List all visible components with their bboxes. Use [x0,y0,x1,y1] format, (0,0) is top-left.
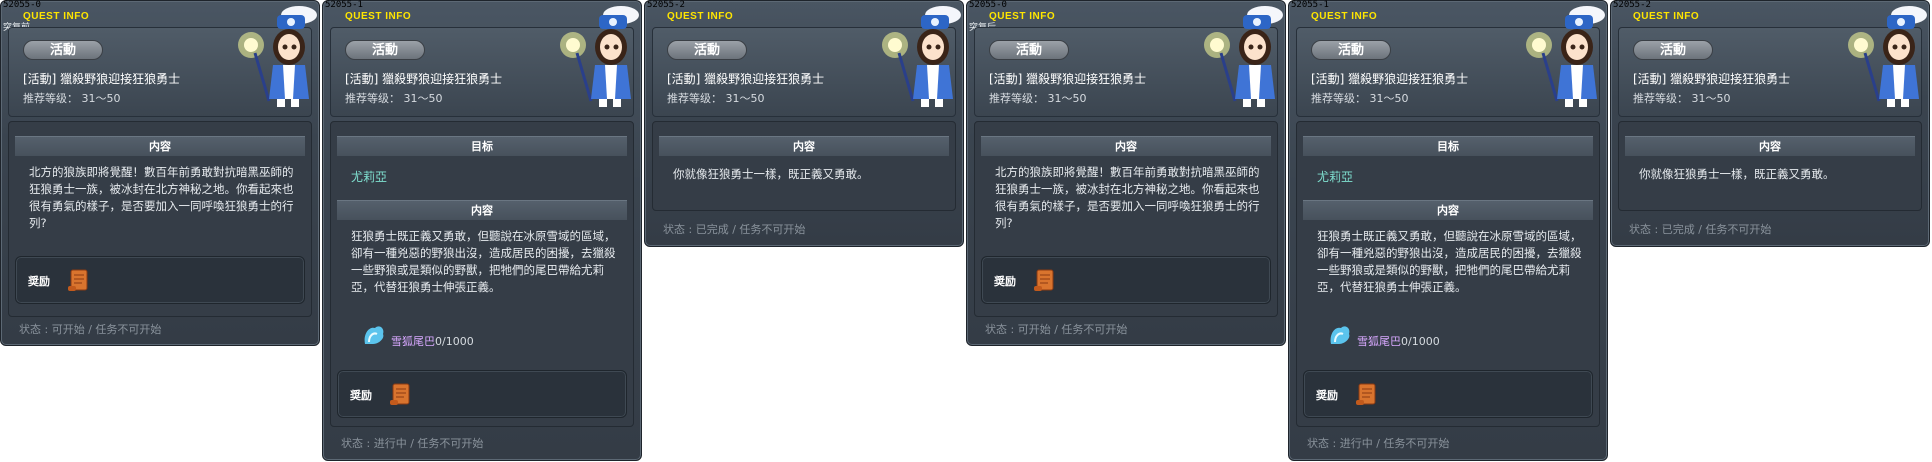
item-requirement: 雪狐尾巴0/1000 [1357,333,1440,349]
status-text: 状态 : 可开始 / 任务不可开始 [19,323,162,336]
content-text: 北方的狼族即將覺醒！數百年前勇敢對抗暗黑巫師的狂狼勇士一族，被冰封在北方神秘之地… [995,165,1260,230]
recommended-level: 推荐等级： 31～50 [23,92,121,105]
content-header: 内容 [659,136,949,156]
recommended-level: 推荐等级： 31～50 [1311,92,1409,105]
content-header: 内容 [981,136,1271,156]
npc-character-icon [1204,6,1283,107]
item-requirement: 雪狐尾巴0/1000 [391,333,474,349]
scroll-icon[interactable] [64,266,92,294]
content-area: 内容 你就像狂狼勇士一樣，既正義又勇敢。 [652,121,956,211]
scroll-icon[interactable] [1030,266,1058,294]
recommended-level: 推荐等级： 31～50 [989,92,1087,105]
recommended-level: 推荐等级： 31～50 [1633,92,1731,105]
target-npc[interactable]: 尤莉亞 [351,168,387,185]
quest-title: [活動] 獵殺野狼迎接狂狼勇士 [667,72,825,86]
status-text: 状态 : 已完成 / 任务不可开始 [663,223,806,236]
quest-panel-2: 52055-2 QUEST INFO 活動 [活動] 獵殺野狼迎接狂狼勇士 推荐… [644,0,964,247]
event-badge: 活動 [1633,40,1713,60]
quest-id: 52055-0 [3,0,41,10]
quest-info-label: QUEST INFO [1633,11,1700,22]
quest-id: 52055-2 [647,0,685,10]
content-area: 内容 北方的狼族即將覺醒！數百年前勇敢對抗暗黑巫師的狂狼勇士一族，被冰封在北方神… [974,121,1278,317]
event-badge: 活動 [23,40,103,60]
status-text: 状态 : 已完成 / 任务不可开始 [1629,223,1772,236]
content-header: 内容 [1303,200,1593,220]
recommended-level: 推荐等级： 31～50 [345,92,443,105]
reward-box: 奨励 [1303,370,1593,418]
event-badge: 活動 [345,40,425,60]
status-text: 状态 : 进行中 / 任务不可开始 [341,437,484,450]
quest-panel-1: 52055-1 QUEST INFO 活動 [活動] 獵殺野狼迎接狂狼勇士 推荐… [322,0,642,461]
reward-box: 奨励 [981,256,1271,304]
quest-info-label: QUEST INFO [1311,11,1378,22]
npc-character-icon [1848,6,1927,107]
content-text: 你就像狂狼勇士一樣，既正義又勇敢。 [1639,167,1835,181]
reward-label: 奨励 [350,389,372,402]
quest-id: 52055-1 [325,0,363,10]
content-area: 目标 尤莉亞 内容 狂狼勇士既正義又勇敢，但聽說在冰原雪域的區域，卻有一種兇惡的… [1296,121,1600,427]
quest-info-label: QUEST INFO [23,11,90,22]
quest-panel-3: 52055-0 QUEST INFO 突复后 活動 [活動] 獵殺野狼迎接狂狼勇… [966,0,1286,346]
recommended-level: 推荐等级： 31～50 [667,92,765,105]
reward-label: 奨励 [994,275,1016,288]
quest-id: 52055-2 [1613,0,1651,10]
event-badge: 活動 [1311,40,1391,60]
content-header: 内容 [15,136,305,156]
reward-label: 奨励 [1316,389,1338,402]
target-npc[interactable]: 尤莉亞 [1317,168,1353,185]
event-badge: 活動 [667,40,747,60]
target-header: 目标 [1303,136,1593,156]
quest-panel-0: 52055-0 QUEST INFO 突复前 活動 [活動] 獵殺野狼迎接狂狼勇… [0,0,320,346]
quest-panel-4: 52055-1 QUEST INFO 活動 [活動] 獵殺野狼迎接狂狼勇士 推荐… [1288,0,1608,461]
content-text: 北方的狼族即將覺醒！數百年前勇敢對抗暗黑巫師的狂狼勇士一族，被冰封在北方神秘之地… [29,165,294,230]
quest-title: [活動] 獵殺野狼迎接狂狼勇士 [345,72,503,86]
reward-box: 奨励 [15,256,305,304]
quest-title: [活動] 獵殺野狼迎接狂狼勇士 [989,72,1147,86]
item-name: 雪狐尾巴 [1357,335,1401,348]
content-header: 内容 [1625,136,1915,156]
quest-panel-5: 52055-2 QUEST INFO 活動 [活動] 獵殺野狼迎接狂狼勇士 推荐… [1610,0,1930,247]
npc-character-icon [1526,6,1605,107]
content-area: 内容 你就像狂狼勇士一樣，既正義又勇敢。 [1618,121,1922,211]
quest-id: 52055-0 [969,0,1007,10]
scroll-icon[interactable] [1352,380,1380,408]
content-area: 内容 北方的狼族即將覺醒！數百年前勇敢對抗暗黑巫師的狂狼勇士一族，被冰封在北方神… [8,121,312,317]
item-name: 雪狐尾巴 [391,335,435,348]
content-header: 内容 [337,200,627,220]
content-text: 狂狼勇士既正義又勇敢，但聽說在冰原雪域的區域，卻有一種兇惡的野狼出沒，造成居民的… [1317,229,1582,294]
content-area: 目标 尤莉亞 内容 狂狼勇士既正義又勇敢，但聽說在冰原雪域的區域，卻有一種兇惡的… [330,121,634,427]
status-text: 状态 : 进行中 / 任务不可开始 [1307,437,1450,450]
npc-character-icon [238,6,317,107]
quest-info-label: QUEST INFO [989,11,1056,22]
status-text: 状态 : 可开始 / 任务不可开始 [985,323,1128,336]
quest-title: [活動] 獵殺野狼迎接狂狼勇士 [1311,72,1469,86]
quest-id: 52055-1 [1291,0,1329,10]
target-header: 目标 [337,136,627,156]
quest-info-label: QUEST INFO [667,11,734,22]
content-text: 狂狼勇士既正義又勇敢，但聽說在冰原雪域的區域，卻有一種兇惡的野狼出沒，造成居民的… [351,229,616,294]
item-count: 0/1000 [435,335,474,348]
quest-title: [活動] 獵殺野狼迎接狂狼勇士 [23,72,181,86]
fox-tail-icon[interactable] [1327,322,1353,348]
reward-box: 奨励 [337,370,627,418]
reward-label: 奨励 [28,275,50,288]
content-text: 你就像狂狼勇士一樣，既正義又勇敢。 [673,167,869,181]
fox-tail-icon[interactable] [361,322,387,348]
item-count: 0/1000 [1401,335,1440,348]
quest-info-label: QUEST INFO [345,11,412,22]
quest-title: [活動] 獵殺野狼迎接狂狼勇士 [1633,72,1791,86]
npc-character-icon [882,6,961,107]
scroll-icon[interactable] [386,380,414,408]
npc-character-icon [560,6,639,107]
event-badge: 活動 [989,40,1069,60]
